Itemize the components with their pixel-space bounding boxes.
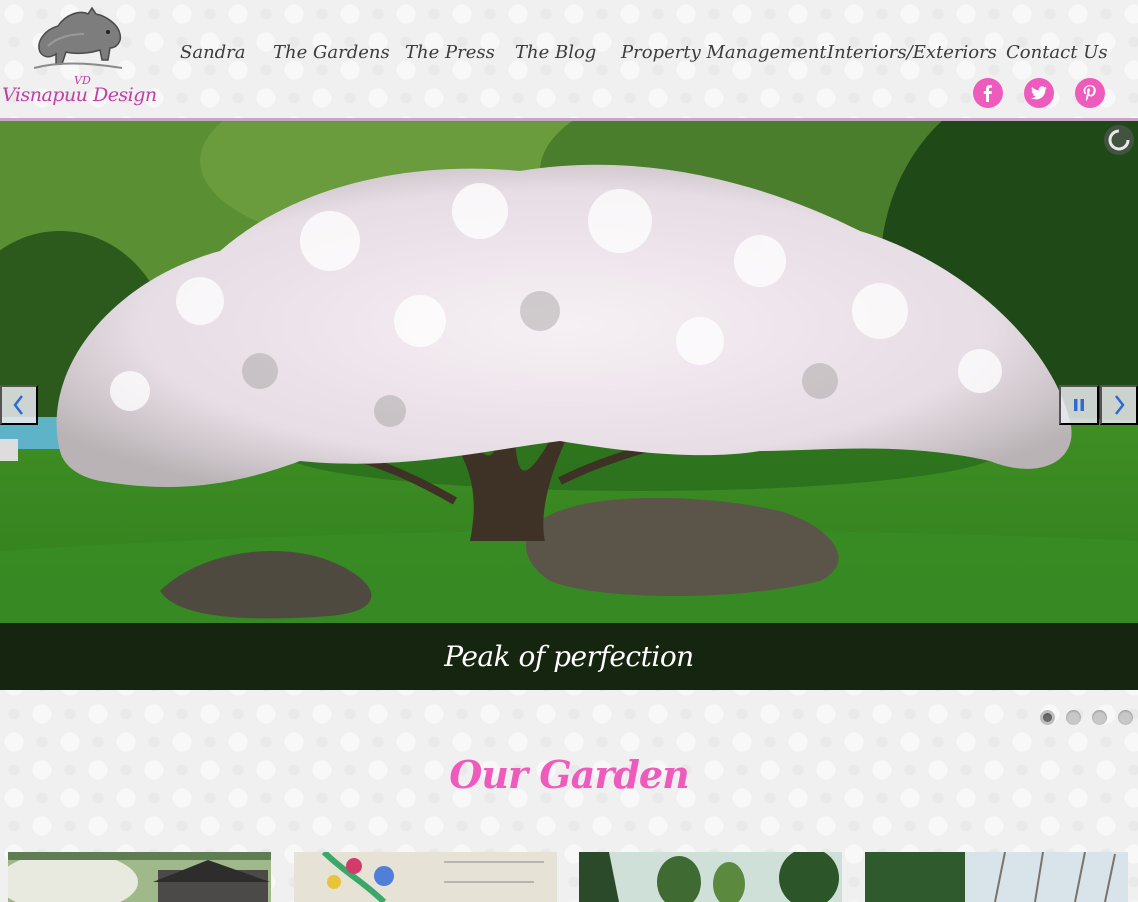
garden-thumbnail[interactable] [579, 852, 842, 902]
site-header: VD Visnapuu Design Sandra The Gardens Th… [0, 0, 1138, 121]
nav-interiors-exteriors[interactable]: Interiors/Exteriors [827, 42, 997, 63]
garden-thumbnail[interactable] [8, 852, 271, 902]
twitter-icon[interactable] [1024, 78, 1054, 108]
slider-dot-1[interactable] [1040, 710, 1055, 725]
garden-gallery [0, 852, 1138, 902]
garden-thumbnail[interactable] [865, 852, 1128, 902]
site-logo[interactable]: VD Visnapuu Design [2, 4, 162, 114]
section-title: Our Garden [449, 752, 689, 797]
slider-dot-2[interactable] [1066, 710, 1081, 725]
slider-pause-button[interactable] [1059, 385, 1099, 425]
nav-sandra[interactable]: Sandra [180, 42, 246, 63]
nav-the-press[interactable]: The Press [405, 42, 495, 63]
nav-the-blog[interactable]: The Blog [515, 42, 596, 63]
nav-the-gardens[interactable]: The Gardens [273, 42, 390, 63]
slide-caption-bar: Peak of perfection [0, 623, 1138, 690]
loading-spinner-icon [1104, 125, 1134, 155]
slide-image-flowering-tree [0, 121, 1138, 690]
facebook-icon[interactable] [973, 78, 1003, 108]
pinterest-icon[interactable] [1075, 78, 1105, 108]
slider-dot-3[interactable] [1092, 710, 1107, 725]
nav-contact-us[interactable]: Contact Us [1006, 42, 1108, 63]
chevron-left-icon [13, 395, 23, 415]
boar-icon [33, 6, 123, 69]
garden-thumbnail[interactable] [294, 852, 557, 902]
slider-prev-button[interactable] [0, 385, 38, 425]
hero-slider: Peak of perfection [0, 121, 1138, 690]
slider-next-button[interactable] [1100, 385, 1138, 425]
nav-property-management[interactable]: Property Management [621, 42, 827, 63]
slide-caption: Peak of perfection [444, 640, 694, 673]
pause-icon [1074, 399, 1084, 411]
logo-wordmark: Visnapuu Design [2, 84, 157, 106]
slider-dot-4[interactable] [1118, 710, 1133, 725]
chevron-right-icon [1115, 395, 1125, 415]
